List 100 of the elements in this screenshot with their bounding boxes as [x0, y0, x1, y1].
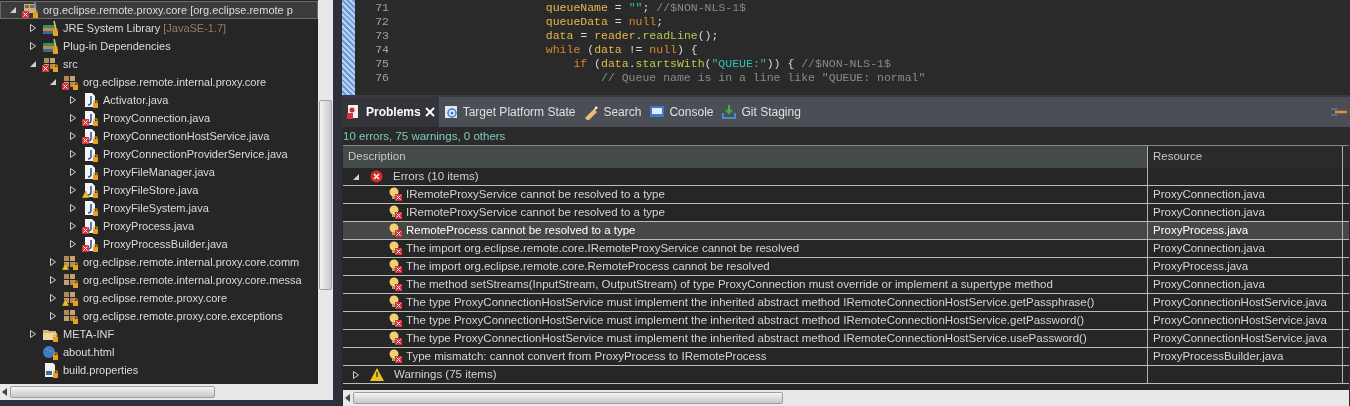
- bulb-error-icon: [388, 331, 403, 346]
- panel-tab[interactable]: Git Staging: [717, 97, 805, 127]
- collapsed-arrow-icon[interactable]: [69, 132, 77, 140]
- tree-item-label: org.eclipse.remote.internal.proxy.core.messa: [83, 272, 302, 288]
- tree-item-label: src: [63, 56, 78, 72]
- horizontal-scrollbar[interactable]: [0, 384, 333, 400]
- collapsed-arrow-icon[interactable]: [69, 204, 77, 212]
- scroll-left-icon[interactable]: [345, 394, 351, 402]
- problem-description: The import org.eclipse.remote.core.IRemoteProxyService cannot be resolved: [406, 240, 800, 256]
- problem-row[interactable]: The import org.eclipse.remote.core.IRemoteProxyService cannot be resolved ProxyConnection.java: [343, 240, 1349, 258]
- code-line: if (data.startsWith("QUEUE:")) { //$NON-NLS-1$: [573, 56, 891, 73]
- tree-item[interactable]: ProxyProcess.java: [0, 217, 318, 235]
- group-row[interactable]: Errors (10 items): [343, 168, 1349, 186]
- line-number: 74: [374, 42, 389, 59]
- collapsed-arrow-icon[interactable]: [49, 276, 57, 284]
- problem-row[interactable]: IRemoteProxyService cannot be resolved to a type ProxyConnection.java: [343, 186, 1349, 204]
- collapsed-arrow-icon[interactable]: [69, 240, 77, 248]
- tree-item[interactable]: Plug-in Dependencies: [0, 37, 318, 55]
- code-line: data = reader.readLine();: [545, 28, 719, 45]
- panel-tab[interactable]: Target Platform State: [438, 97, 580, 127]
- problem-description: RemoteProcess cannot be resolved to a type: [406, 222, 636, 238]
- collapsed-arrow-icon[interactable]: [352, 370, 360, 379]
- scrollbar-thumb[interactable]: [10, 386, 215, 398]
- tree-item-label: ProxyConnectionHostService.java: [103, 128, 270, 144]
- tree-item-label: ProxyConnection.java: [103, 110, 210, 126]
- collapsed-arrow-icon[interactable]: [69, 96, 77, 104]
- expanded-arrow-icon[interactable]: [9, 6, 17, 14]
- panel-tab[interactable]: Problems: [342, 97, 439, 127]
- tree-item-label: build.properties: [63, 362, 139, 378]
- bulb-error-icon: [388, 223, 403, 238]
- problem-resource: ProxyProcess.java: [1153, 258, 1249, 274]
- tree-item[interactable]: ProxyConnection.java: [0, 109, 318, 127]
- line-number: 76: [374, 70, 389, 87]
- bulb-error-icon: [388, 313, 403, 328]
- collapsed-arrow-icon[interactable]: [29, 42, 37, 50]
- panel-tab[interactable]: Console: [645, 97, 718, 127]
- tree-item[interactable]: META-INF: [0, 325, 318, 343]
- tree-item[interactable]: Activator.java: [0, 91, 318, 109]
- bulb-error-icon: [388, 277, 403, 292]
- scrollbar-thumb[interactable]: [319, 100, 332, 290]
- tree-item[interactable]: JRE System Library [JavaSE-1.7]: [0, 19, 318, 37]
- collapsed-arrow-icon[interactable]: [69, 150, 77, 158]
- tree-item[interactable]: ProxyConnectionProviderService.java: [0, 145, 318, 163]
- tree-item-label: ProxyProcess.java: [103, 218, 195, 234]
- group-row[interactable]: Warnings (75 items): [343, 366, 1349, 384]
- bulb-error-icon: [388, 349, 403, 364]
- problem-row[interactable]: The type ProxyConnectionHostService must implement the inherited abstract method IRemoteConnectionHostService.getPassword() ProxyConnectionHostService.java: [343, 312, 1349, 330]
- collapsed-arrow-icon[interactable]: [69, 222, 77, 230]
- column-header[interactable]: Resource: [1148, 146, 1343, 168]
- collapsed-arrow-icon[interactable]: [69, 186, 77, 194]
- expanded-arrow-icon[interactable]: [29, 60, 37, 68]
- tree-item[interactable]: src: [0, 55, 318, 73]
- tree-item[interactable]: org.eclipse.remote.internal.proxy.core: [0, 73, 318, 91]
- problem-description: IRemoteProxyService cannot be resolved to a type: [406, 186, 665, 202]
- tree-item[interactable]: ProxyFileSystem.java: [0, 199, 318, 217]
- tree-item[interactable]: org.eclipse.remote.proxy.core.exceptions: [0, 307, 318, 325]
- tree-item-label: about.html: [63, 344, 115, 360]
- expanded-arrow-icon[interactable]: [352, 172, 360, 181]
- tree-item[interactable]: ProxyFileManager.java: [0, 163, 318, 181]
- tree-item[interactable]: org.eclipse.remote.internal.proxy.core.comm: [0, 253, 318, 271]
- problem-description: IRemoteProxyService cannot be resolved to a type: [406, 204, 665, 220]
- group-label: Errors (10 items): [393, 168, 479, 184]
- horizontal-scrollbar[interactable]: [343, 390, 1349, 406]
- vertical-scrollbar[interactable]: [318, 0, 333, 384]
- problem-row[interactable]: The import org.eclipse.remote.core.RemoteProcess cannot be resolved ProxyProcess.java: [343, 258, 1349, 276]
- problem-row[interactable]: Type mismatch: cannot convert from ProxyProcess to IRemoteProcess ProxyProcessBuilder.java: [343, 348, 1349, 366]
- tree-item[interactable]: org.eclipse.remote.proxy.core [org.eclipse.remote p: [0, 1, 318, 19]
- collapsed-arrow-icon[interactable]: [49, 258, 57, 266]
- tree-item[interactable]: org.eclipse.remote.internal.proxy.core.messa: [0, 271, 318, 289]
- tree-item[interactable]: ProxyConnectionHostService.java: [0, 127, 318, 145]
- problem-row[interactable]: The type ProxyConnectionHostService must implement the inherited abstract method IRemoteConnectionHostService.usePassword() ProxyConnectionHostService.java: [343, 330, 1349, 348]
- problem-row[interactable]: The method setStreams(InputStream, OutputStream) of type ProxyConnection must override or implement a supertype method ProxyConnection.java: [343, 276, 1349, 294]
- tree-item-label: ProxyFileSystem.java: [103, 200, 209, 216]
- collapsed-arrow-icon[interactable]: [49, 312, 57, 320]
- tree-item[interactable]: build.properties: [0, 361, 318, 379]
- scrollbar-thumb[interactable]: [353, 392, 783, 404]
- tree-item-label: org.eclipse.remote.internal.proxy.core: [83, 74, 267, 90]
- bulb-error-icon: [388, 205, 403, 220]
- collapsed-arrow-icon[interactable]: [29, 330, 37, 338]
- tree-item[interactable]: org.eclipse.remote.proxy.core: [0, 289, 318, 307]
- tree-item[interactable]: ProxyProcessBuilder.java: [0, 235, 318, 253]
- collapsed-arrow-icon[interactable]: [49, 294, 57, 302]
- problem-row[interactable]: RemoteProcess cannot be resolved to a type ProxyProcess.java: [343, 222, 1349, 240]
- collapsed-arrow-icon[interactable]: [29, 24, 37, 32]
- problem-row[interactable]: The type ProxyConnectionHostService must implement the inherited abstract method IRemoteConnectionHostService.getPassphrase() ProxyConnectionHostService.java: [343, 294, 1349, 312]
- tree-item[interactable]: ProxyFileStore.java: [0, 181, 318, 199]
- collapsed-arrow-icon[interactable]: [69, 114, 77, 122]
- tree-item[interactable]: about.html: [0, 343, 318, 361]
- tree-item-label: org.eclipse.remote.internal.proxy.core.comm: [83, 254, 300, 270]
- tree-item-label: org.eclipse.remote.proxy.core: [83, 290, 228, 306]
- problem-description: The type ProxyConnectionHostService must implement the inherited abstract method IRemoteConnectionHostService.getPassword(): [406, 312, 1085, 328]
- panel-tab[interactable]: Search: [579, 97, 646, 127]
- expanded-arrow-icon[interactable]: [49, 78, 57, 86]
- problem-description: The type ProxyConnectionHostService must implement the inherited abstract method IRemoteConnectionHostService.usePassword(): [406, 330, 1087, 346]
- scroll-left-icon[interactable]: [2, 388, 8, 396]
- collapsed-arrow-icon[interactable]: [69, 168, 77, 176]
- close-icon[interactable]: [424, 107, 435, 117]
- line-number: 75: [374, 56, 389, 73]
- bulb-error-icon: [388, 259, 403, 274]
- problem-resource: ProxyConnectionHostService.java: [1153, 330, 1327, 346]
